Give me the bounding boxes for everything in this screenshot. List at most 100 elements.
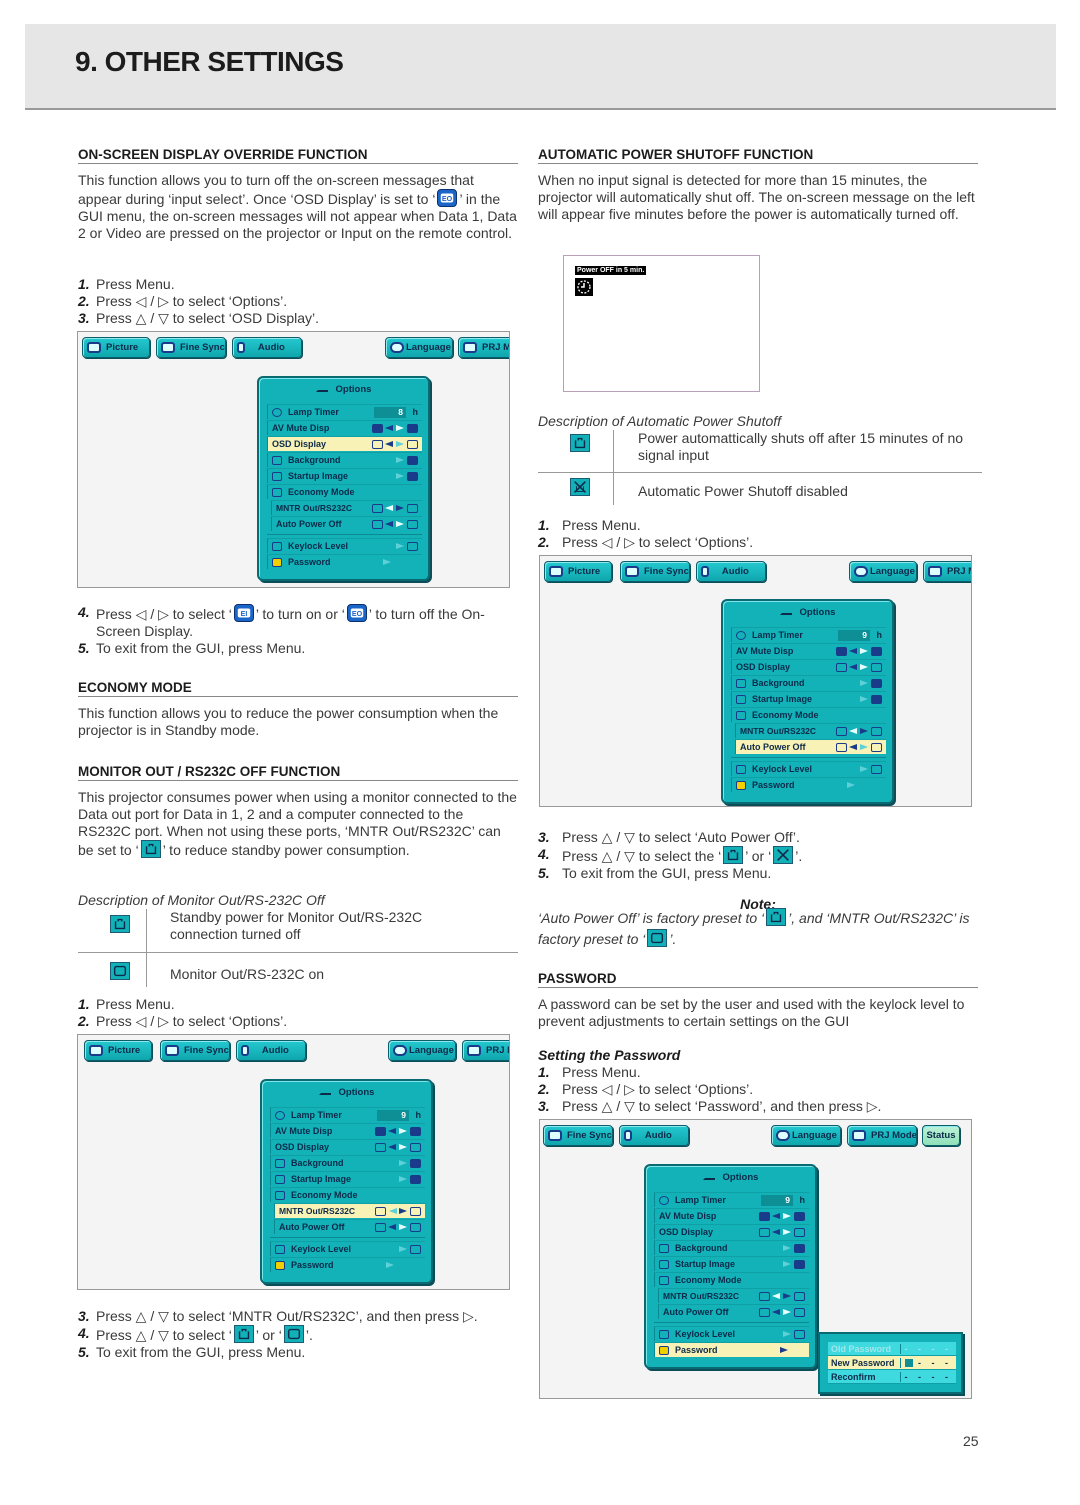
lock-icon xyxy=(659,1329,669,1339)
menu-item-keylock[interactable]: Keylock Level xyxy=(654,1326,809,1341)
menu-item-av-mute[interactable]: AV Mute Disp xyxy=(270,1123,425,1138)
lock-icon xyxy=(275,1244,285,1254)
shutoff-disabled-icon xyxy=(570,478,590,496)
step: 5. To exit from the GUI, press Menu. xyxy=(538,865,772,881)
lock-icon xyxy=(736,764,746,774)
options-menu: Options Lamp Timer 9 h AV Mute Disp OSD D… xyxy=(721,599,894,804)
menu-item-av-mute[interactable]: AV Mute Disp xyxy=(267,420,422,435)
svg-text:EO: EO xyxy=(352,610,363,618)
svg-text:EI: EI xyxy=(241,610,248,618)
menu-item-password[interactable]: Password xyxy=(270,1257,425,1272)
step: 4. Press △ / ▽ to select the ‘’ or ‘’. xyxy=(538,846,803,864)
menu-item-auto-power-off[interactable]: Auto Power Off xyxy=(271,516,422,531)
menu-item-background[interactable]: Background xyxy=(267,452,422,467)
step: 5. To exit from the GUI, press Menu. xyxy=(78,640,306,656)
off-icon xyxy=(407,423,418,433)
menu-item-lamp-timer[interactable]: Lamp Timer 9 h xyxy=(270,1107,425,1122)
standby-off-icon xyxy=(766,908,787,926)
gui-screenshot-password: Fine Sync Audio Language PRJ Mode Status… xyxy=(539,1119,972,1399)
menu-item-av-mute[interactable]: AV Mute Disp xyxy=(654,1208,809,1223)
speaker-icon xyxy=(241,1045,249,1056)
old-password-field[interactable]: Old Password - - - - xyxy=(828,1342,956,1356)
menu-item-av-mute[interactable]: AV Mute Disp xyxy=(731,643,886,658)
menu-item-mntr-out[interactable]: MNTR Out/RS232C xyxy=(271,500,422,515)
menu-item-osd-display[interactable]: OSD Display xyxy=(731,659,886,674)
desc-row: Power automattically shuts off after 15 … xyxy=(538,430,982,472)
tab-fine-sync: Fine Sync xyxy=(620,561,690,582)
menu-item-startup-image[interactable]: Startup Image xyxy=(731,691,886,706)
monitor-steps-b: 3. Press △ / ▽ to select ‘MNTR Out/RS232C… xyxy=(78,1308,518,1361)
lamp-icon xyxy=(736,630,746,640)
step: 3. Press △ / ▽ to select ‘MNTR Out/RS232C… xyxy=(78,1308,478,1324)
menu-item-osd-display[interactable]: OSD Display xyxy=(654,1224,809,1239)
menu-item-mntr-out[interactable]: MNTR Out/RS232C xyxy=(735,723,886,738)
menu-item-startup-image[interactable]: Startup Image xyxy=(267,468,422,483)
lamp-timer-value: 9 xyxy=(760,1194,793,1206)
menu-item-background[interactable]: Background xyxy=(731,675,886,690)
picture-icon xyxy=(87,342,101,353)
tab-language: Language xyxy=(849,561,917,582)
menu-item-auto-power-off[interactable]: Auto Power Off xyxy=(735,739,886,754)
menu-item-auto-power-off[interactable]: Auto Power Off xyxy=(274,1219,425,1234)
osd-off-icon: EO xyxy=(346,604,367,622)
menu-item-economy-mode[interactable]: Economy Mode xyxy=(654,1272,809,1287)
step: 2. Press ◁ / ▷ to select ‘Options’. xyxy=(538,534,754,550)
on-icon xyxy=(372,423,383,433)
menu-item-keylock[interactable]: Keylock Level xyxy=(270,1241,425,1256)
menu-item-economy-mode[interactable]: Economy Mode xyxy=(731,707,886,722)
desc-row: Monitor Out/RS-232C on xyxy=(78,952,522,987)
osd-off-icon: EO xyxy=(437,189,458,207)
background-icon xyxy=(659,1243,669,1253)
menu-item-lamp-timer[interactable]: Lamp Timer 8 h xyxy=(267,404,422,419)
reconfirm-field[interactable]: Reconfirm - - - - xyxy=(828,1370,956,1384)
menu-item-background[interactable]: Background xyxy=(654,1240,809,1255)
menu-item-lamp-timer[interactable]: Lamp Timer 9 h xyxy=(731,627,886,642)
projector-icon xyxy=(463,342,477,353)
lamp-icon xyxy=(272,407,282,417)
speech-bubble-icon xyxy=(390,342,404,353)
menu-item-economy-mode[interactable]: Economy Mode xyxy=(267,484,422,499)
page-header: 9. OTHER SETTINGS xyxy=(25,24,1056,110)
menu-item-osd-display[interactable]: OSD Display xyxy=(267,436,422,451)
speech-bubble-icon xyxy=(854,566,868,577)
menu-item-mntr-out[interactable]: MNTR Out/RS232C xyxy=(658,1288,809,1303)
osd-on-icon: EI xyxy=(233,604,254,622)
monitor-desc-title: Description of Monitor Out/RS-232C Off xyxy=(78,892,325,908)
tab-picture: Picture xyxy=(84,1040,152,1061)
picture-icon xyxy=(549,566,563,577)
options-icon xyxy=(318,1086,331,1095)
gui-screenshot-autopower: Picture Fine Sync Audio Language PRJ M O… xyxy=(539,555,972,807)
osd-body: This function allows you to turn off the… xyxy=(78,172,517,241)
menu-item-background[interactable]: Background xyxy=(270,1155,425,1170)
autopower-section-title: AUTOMATIC POWER SHUTOFF FUNCTION xyxy=(538,147,978,164)
menu-item-mntr-out[interactable]: MNTR Out/RS232C xyxy=(274,1203,425,1218)
step: 1. Press Menu. xyxy=(78,276,175,292)
projector-icon xyxy=(467,1045,481,1056)
options-icon xyxy=(779,606,792,615)
startup-icon xyxy=(275,1174,285,1184)
desc-row: Automatic Power Shutoff disabled xyxy=(538,472,982,505)
menu-item-password[interactable]: Password xyxy=(654,1342,809,1357)
menu-item-keylock[interactable]: Keylock Level xyxy=(731,761,886,776)
key-icon xyxy=(659,1345,669,1355)
menu-item-startup-image[interactable]: Startup Image xyxy=(654,1256,809,1271)
menu-item-economy-mode[interactable]: Economy Mode xyxy=(270,1187,425,1202)
shutoff-disabled-icon xyxy=(773,846,794,864)
menu-item-osd-display[interactable]: OSD Display xyxy=(270,1139,425,1154)
menu-item-keylock[interactable]: Keylock Level xyxy=(267,538,422,553)
new-password-field[interactable]: New Password - - - xyxy=(828,1356,956,1370)
step: 1. Press Menu. xyxy=(538,1064,641,1080)
menu-item-startup-image[interactable]: Startup Image xyxy=(270,1171,425,1186)
step: 3. Press △ / ▽ to select ‘Password’, and … xyxy=(538,1098,882,1114)
economy-icon xyxy=(659,1275,669,1285)
menu-item-password[interactable]: Password xyxy=(267,554,422,569)
menu-item-lamp-timer[interactable]: Lamp Timer 9 h xyxy=(654,1192,809,1207)
password-subtitle: Setting the Password xyxy=(538,1047,681,1063)
step: 1. Press Menu. xyxy=(538,517,641,533)
menu-item-auto-power-off[interactable]: Auto Power Off xyxy=(658,1304,809,1319)
menu-item-password[interactable]: Password xyxy=(731,777,886,792)
monitor-on-icon xyxy=(283,1325,304,1343)
tab-prj-mode: PRJ M xyxy=(923,561,971,582)
step: 2. Press ◁ / ▷ to select ‘Options’. xyxy=(78,1013,288,1029)
tab-language: Language xyxy=(771,1125,841,1146)
